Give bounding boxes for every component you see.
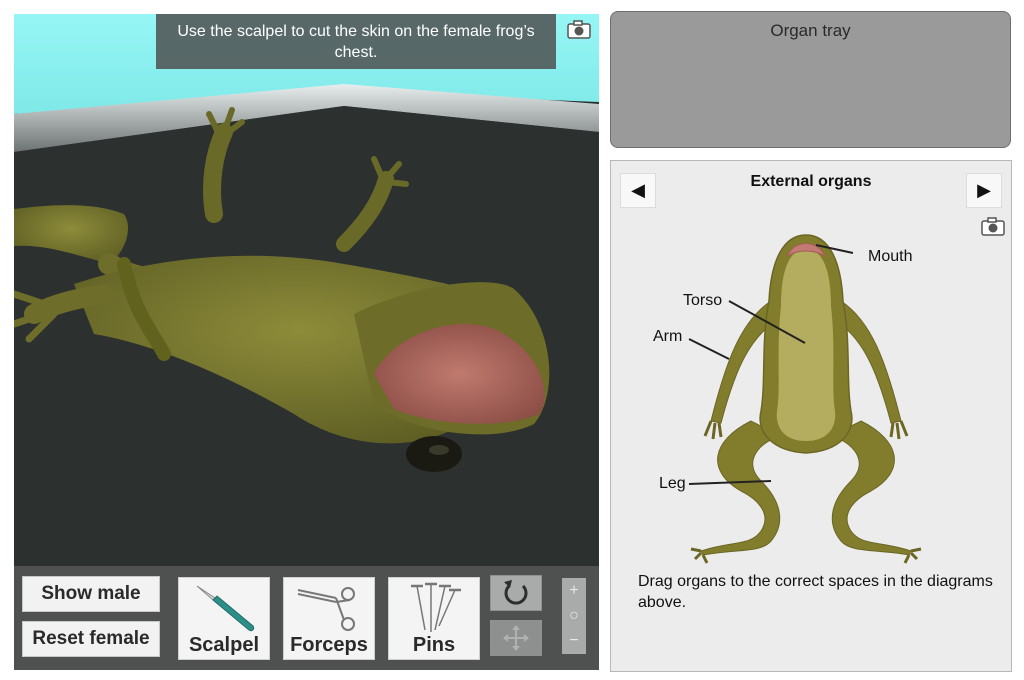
- instruction-banner: Use the scalpel to cut the skin on the f…: [156, 14, 556, 69]
- forceps-icon: [297, 587, 355, 631]
- diagram-title: External organs: [750, 173, 872, 190]
- diagram-panel: ◀ External organs ▶ Mouth Torso Arm Leg …: [610, 160, 1012, 672]
- zoom-reset-button[interactable]: ○: [562, 603, 586, 628]
- label-mouth[interactable]: Mouth: [868, 248, 912, 266]
- pins-label: Pins: [412, 634, 456, 656]
- show-male-button[interactable]: Show male: [22, 576, 160, 612]
- rotate-button[interactable]: [490, 575, 542, 611]
- dissection-viewport[interactable]: Use the scalpel to cut the skin on the f…: [14, 14, 599, 566]
- label-arm[interactable]: Arm: [653, 328, 682, 346]
- label-torso[interactable]: Torso: [683, 292, 722, 310]
- label-leg[interactable]: Leg: [659, 475, 686, 493]
- zoom-in-button[interactable]: +: [562, 578, 586, 603]
- pins-icon: [411, 582, 461, 632]
- camera-icon[interactable]: [566, 18, 592, 40]
- frog-dissection-app: Use the scalpel to cut the skin on the f…: [0, 0, 1024, 680]
- scalpel-label: Scalpel: [188, 634, 260, 656]
- drag-hint: Drag organs to the correct spaces in the…: [638, 573, 993, 611]
- scalpel-icon: [196, 585, 255, 632]
- toolbar: Show male Reset female Scalpel Forceps P…: [14, 566, 599, 670]
- move-icon: [503, 625, 529, 651]
- move-button[interactable]: [490, 620, 542, 656]
- pins-tool-button[interactable]: Pins: [388, 577, 480, 660]
- rotate-icon: [504, 580, 528, 605]
- organ-tray[interactable]: Organ tray: [610, 11, 1011, 148]
- camera-icon[interactable]: [980, 215, 1006, 237]
- zoom-control: + ○ −: [562, 578, 586, 654]
- reset-female-button[interactable]: Reset female: [22, 621, 160, 657]
- forceps-tool-button[interactable]: Forceps: [283, 577, 375, 660]
- scalpel-tool-button[interactable]: Scalpel: [178, 577, 270, 660]
- next-diagram-button[interactable]: ▶: [966, 173, 1002, 208]
- forceps-label: Forceps: [290, 634, 368, 656]
- organ-tray-title: Organ tray: [770, 21, 851, 40]
- dissection-scene[interactable]: [14, 14, 599, 566]
- zoom-out-button[interactable]: −: [562, 628, 586, 653]
